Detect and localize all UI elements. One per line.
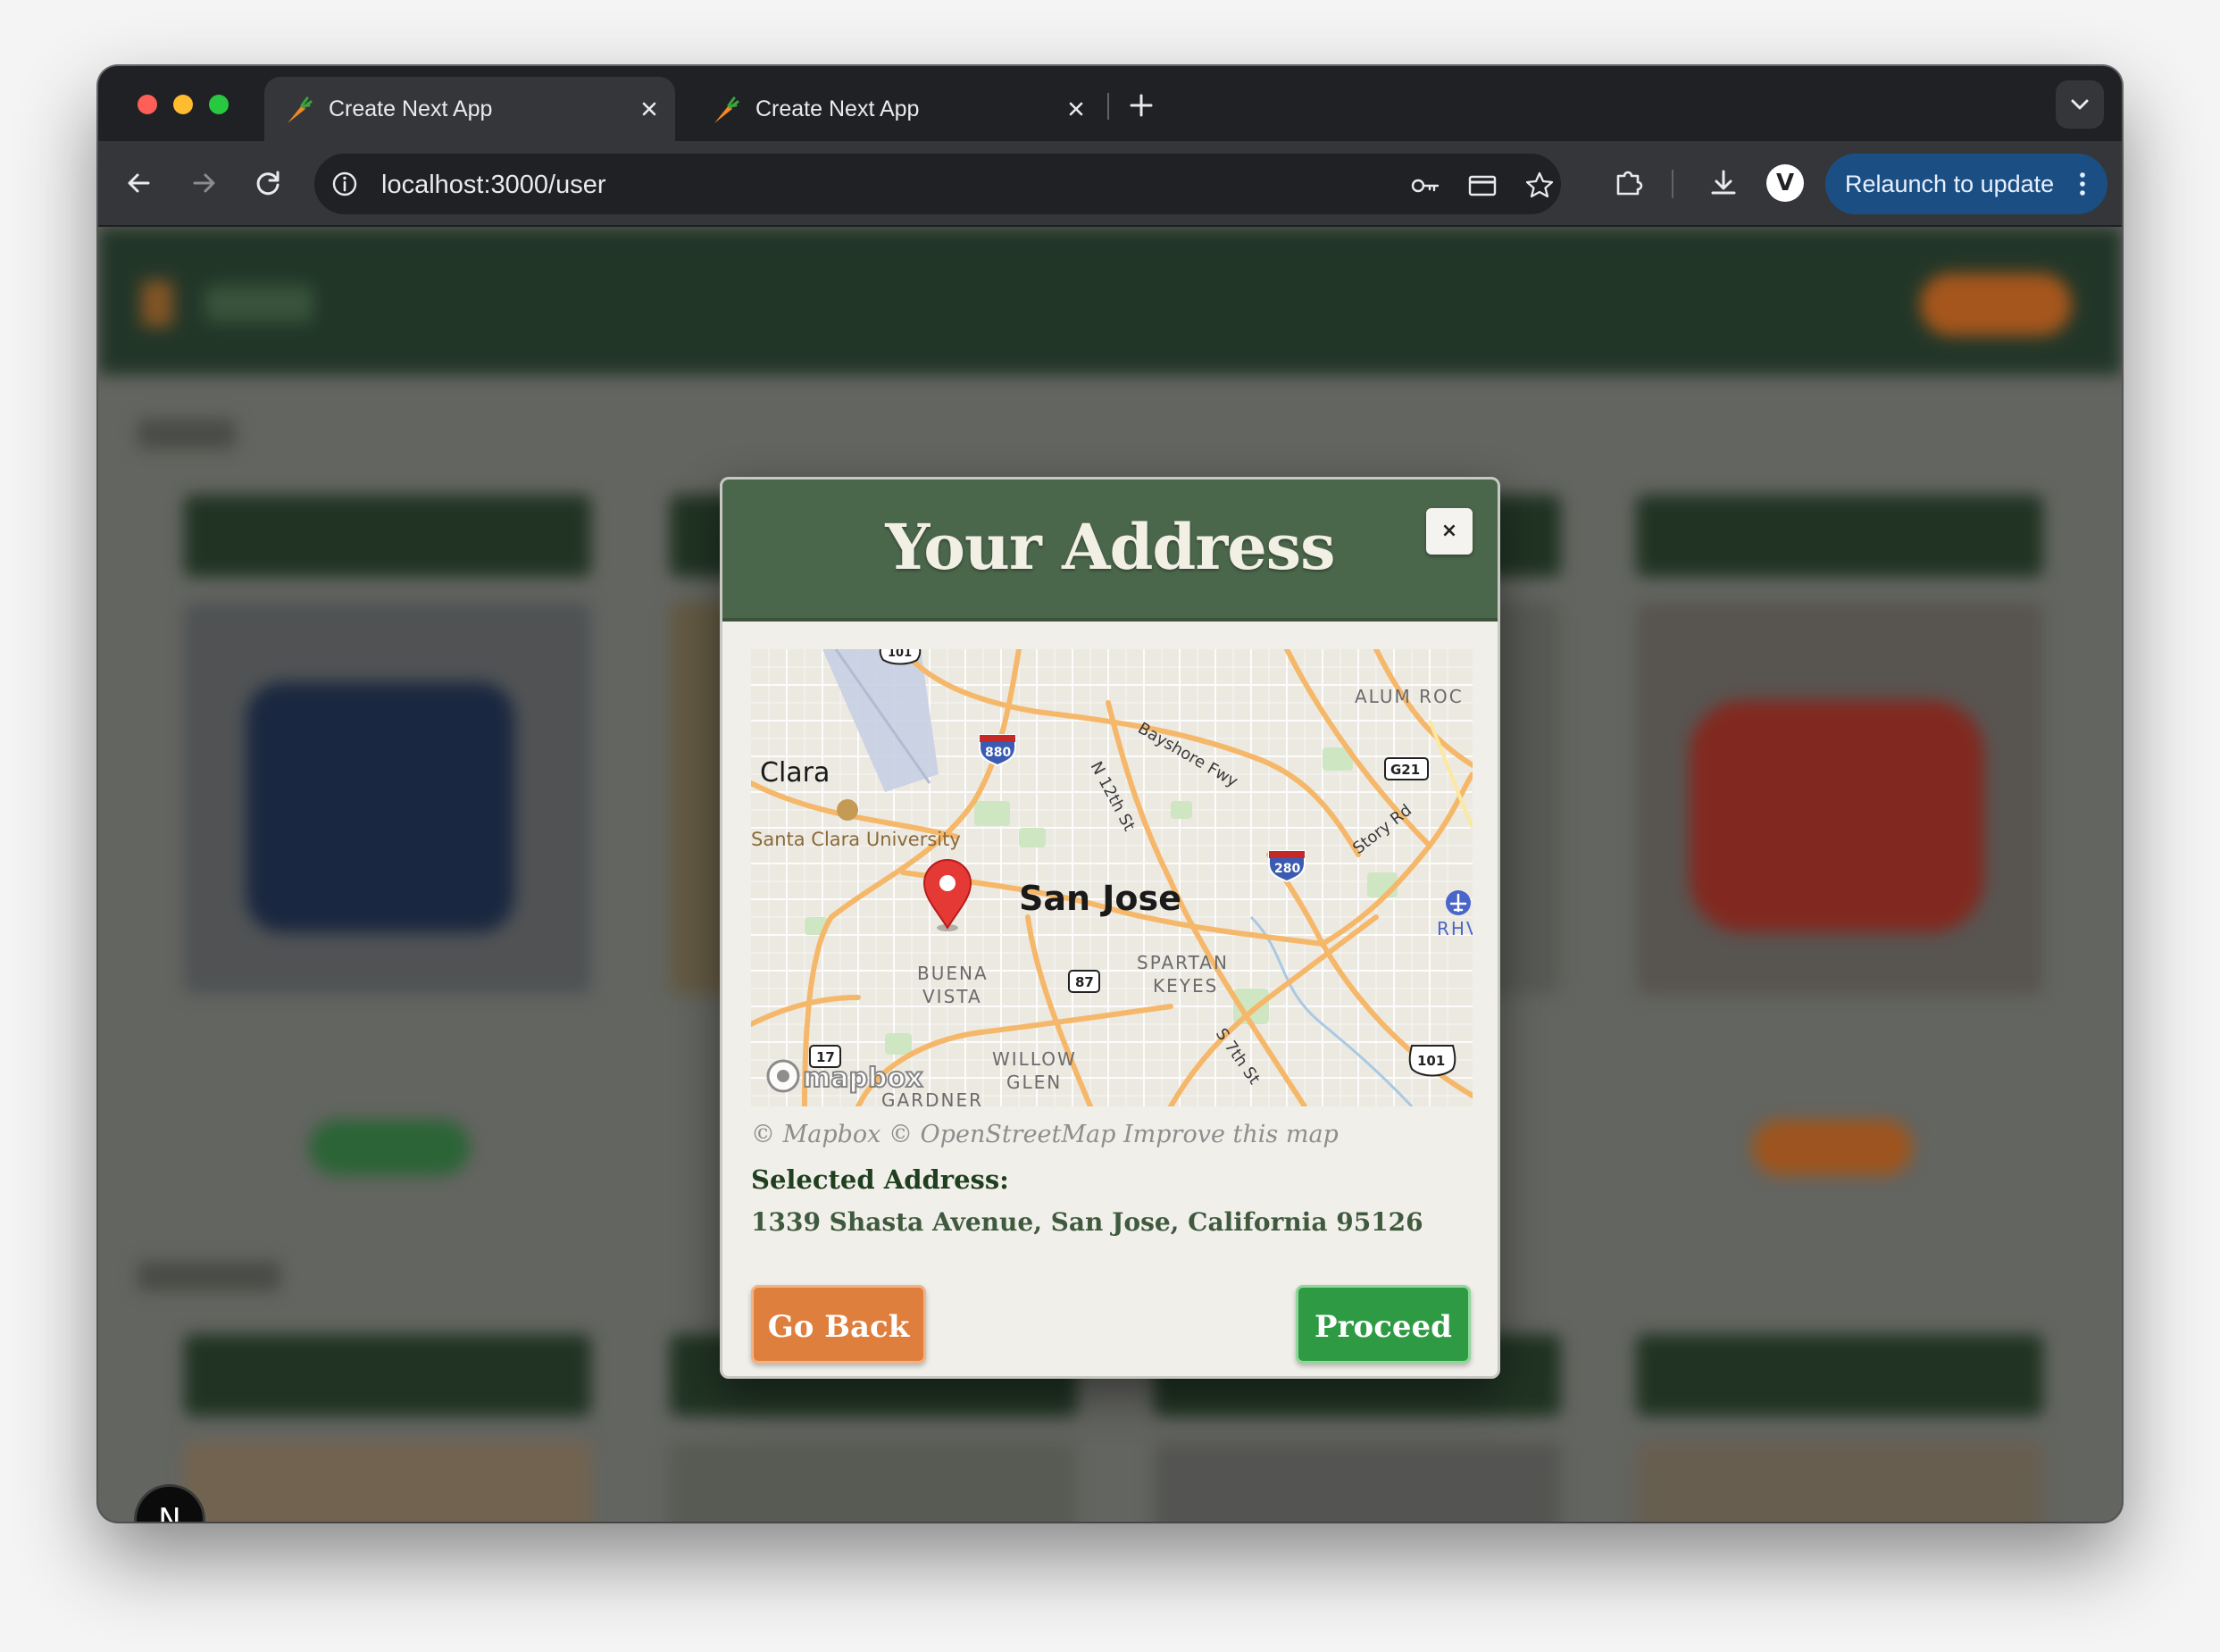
tab-inactive[interactable]: Create Next App bbox=[691, 77, 1102, 141]
go-back-button[interactable]: Go Back bbox=[751, 1285, 926, 1364]
browser-toolbar: localhost:3000/user V Relaunch to update bbox=[98, 141, 2122, 227]
map-label: GLEN bbox=[1006, 1072, 1062, 1093]
svg-text:87: 87 bbox=[1075, 974, 1094, 990]
address-bar[interactable]: localhost:3000/user bbox=[314, 154, 1561, 214]
svg-text:880: 880 bbox=[985, 746, 1011, 760]
toolbar-divider bbox=[1672, 170, 1673, 198]
extensions-puzzle-icon[interactable] bbox=[1607, 162, 1650, 204]
map-label: BUENA bbox=[917, 963, 989, 984]
airport-icon bbox=[1446, 890, 1471, 915]
password-key-icon[interactable] bbox=[1407, 168, 1443, 204]
selected-address-value: 1339 Shasta Avenue, San Jose, California… bbox=[751, 1207, 1423, 1237]
new-tab-icon[interactable] bbox=[1123, 88, 1159, 123]
tab-active[interactable]: Create Next App bbox=[264, 77, 675, 141]
svg-text:101: 101 bbox=[1417, 1053, 1445, 1069]
tab-search-button[interactable] bbox=[2056, 80, 2104, 129]
map-label-city: San Jose bbox=[1019, 879, 1181, 918]
map-attribution[interactable]: © Mapbox © OpenStreetMap Improve this ma… bbox=[751, 1119, 1339, 1151]
map-label: RHV bbox=[1437, 918, 1473, 939]
relaunch-button[interactable]: Relaunch to update bbox=[1825, 154, 2107, 214]
map-label: Clara bbox=[760, 757, 830, 788]
forward-arrow-icon[interactable] bbox=[182, 162, 225, 204]
more-vert-icon[interactable] bbox=[2065, 166, 2100, 202]
map-label: SPARTAN bbox=[1137, 952, 1229, 973]
route-87-shield: 87 bbox=[1068, 970, 1100, 993]
tab-strip: Create Next App Create Next App bbox=[98, 66, 2122, 141]
chevron-down-icon bbox=[2071, 99, 2089, 110]
us-101-shield: 101 bbox=[1408, 1045, 1456, 1077]
tab-title: Create Next App bbox=[329, 96, 493, 121]
carrot-icon bbox=[288, 96, 313, 123]
carrot-icon bbox=[714, 96, 739, 123]
nextjs-logo-icon: N bbox=[158, 1502, 181, 1522]
modal-header: Your Address × bbox=[722, 480, 1498, 622]
svg-text:280: 280 bbox=[1274, 862, 1300, 876]
profile-avatar[interactable]: V bbox=[1766, 164, 1804, 202]
card-icon[interactable] bbox=[1465, 168, 1500, 204]
download-icon[interactable] bbox=[1702, 162, 1745, 204]
map-label: Santa Clara University bbox=[751, 829, 961, 850]
reload-icon[interactable] bbox=[246, 162, 289, 204]
address-map[interactable]: Clara San Jose Santa Clara University AL… bbox=[751, 649, 1473, 1106]
address-modal: Your Address × Clara San Jose Santa Clar… bbox=[720, 477, 1500, 1379]
map-label: KEYES bbox=[1153, 975, 1218, 997]
page-viewport: N Your Address × Clara San Jose Santa Cl… bbox=[98, 227, 2122, 1522]
tab-separator bbox=[1107, 93, 1109, 120]
university-icon bbox=[837, 799, 858, 821]
relaunch-label: Relaunch to update bbox=[1845, 171, 2055, 197]
selected-address-label: Selected Address: bbox=[751, 1164, 1009, 1195]
browser-window: Create Next App Create Next App localhos… bbox=[98, 66, 2122, 1522]
map-label: WILLOW bbox=[992, 1048, 1077, 1070]
close-window-button[interactable] bbox=[138, 95, 157, 114]
map-canvas[interactable]: Clara San Jose Santa Clara University AL… bbox=[751, 649, 1473, 1106]
mapbox-logo: mapbox bbox=[766, 1059, 923, 1095]
map-label: VISTA bbox=[922, 986, 982, 1007]
map-label: ALUM ROC bbox=[1355, 686, 1464, 707]
us-101-shield-top: 101 bbox=[879, 649, 922, 665]
tab-title: Create Next App bbox=[755, 96, 920, 121]
svg-text:G21: G21 bbox=[1390, 762, 1420, 778]
svg-text:101: 101 bbox=[888, 649, 912, 660]
url-text: localhost:3000/user bbox=[381, 171, 606, 199]
nextjs-devtools-button[interactable]: N bbox=[134, 1484, 205, 1522]
minimize-window-button[interactable] bbox=[173, 95, 193, 114]
modal-title: Your Address bbox=[885, 510, 1335, 584]
bookmark-star-icon[interactable] bbox=[1522, 168, 1557, 204]
site-info-icon[interactable] bbox=[327, 166, 363, 202]
g21-shield: G21 bbox=[1384, 757, 1429, 780]
proceed-button[interactable]: Proceed bbox=[1296, 1285, 1471, 1364]
svg-text:mapbox: mapbox bbox=[803, 1063, 922, 1094]
modal-close-button[interactable]: × bbox=[1426, 508, 1473, 555]
back-arrow-icon[interactable] bbox=[118, 162, 161, 204]
close-tab-icon[interactable] bbox=[1061, 94, 1091, 124]
close-tab-icon[interactable] bbox=[634, 94, 664, 124]
maximize-window-button[interactable] bbox=[209, 95, 229, 114]
